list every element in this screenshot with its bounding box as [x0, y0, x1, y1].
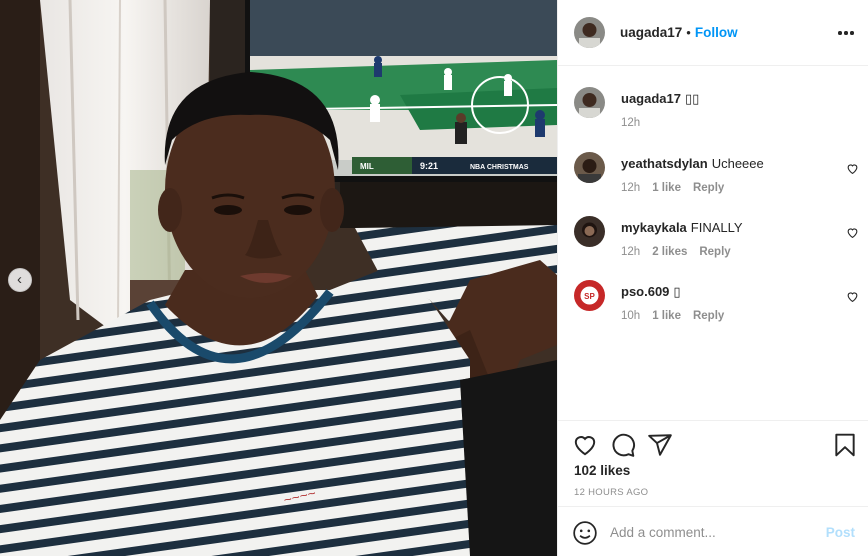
reply-button[interactable]: Reply	[693, 182, 724, 194]
comments-list: uagada17 ▯▯ 12h yeathatsdylan Ucheeee 12h 1…	[558, 66, 868, 420]
heart-icon[interactable]	[846, 162, 859, 175]
comment-text: ▯▯	[684, 91, 700, 106]
avatar[interactable]	[574, 216, 605, 247]
comment-input[interactable]	[610, 520, 810, 544]
comment-likes[interactable]: 1 like	[652, 182, 681, 194]
comment-icon[interactable]	[610, 432, 636, 458]
reply-button[interactable]: Reply	[699, 246, 730, 258]
comment-username[interactable]: mykaykala	[621, 220, 687, 235]
comment-time[interactable]: 10h	[621, 310, 640, 322]
avatar[interactable]	[574, 87, 605, 118]
post-author-username[interactable]: uagada17	[620, 25, 682, 40]
photo-illustration: MIL 9:21 NBA CHRISTMAS ~~~~	[0, 0, 557, 556]
heart-icon[interactable]	[846, 226, 859, 239]
reply-button[interactable]: Reply	[693, 310, 724, 322]
post-actions: 102 likes 12 HOURS AGO	[558, 420, 868, 506]
carousel-prev-icon: ‹	[17, 270, 22, 288]
scoreboard-clock: 9:21	[420, 161, 438, 171]
post-side-panel: uagada17 • Follow uagada17 ▯▯ 12h yeathat…	[557, 0, 868, 556]
comment-username[interactable]: pso.609	[621, 284, 669, 299]
comment-text: FINALLY	[690, 220, 743, 235]
heart-icon[interactable]	[572, 432, 598, 458]
post-photo[interactable]: MIL 9:21 NBA CHRISTMAS ~~~~ ‹	[0, 0, 557, 556]
comment-username[interactable]: uagada17	[621, 91, 681, 106]
scoreboard-team: MIL	[360, 162, 374, 171]
more-options-icon[interactable]	[837, 24, 855, 42]
comment-likes[interactable]: 2 likes	[652, 246, 687, 258]
post-header: uagada17 • Follow	[558, 0, 868, 66]
post-timestamp[interactable]: 12 HOURS AGO	[574, 487, 648, 498]
comment-text: ▯	[673, 284, 681, 299]
comment-time[interactable]: 12h	[621, 246, 640, 258]
separator-dot: •	[686, 25, 691, 40]
heart-icon[interactable]	[846, 290, 859, 303]
comment-time[interactable]: 12h	[621, 117, 640, 129]
scoreboard-banner: NBA CHRISTMAS	[470, 164, 529, 171]
comment-likes[interactable]: 1 like	[652, 310, 681, 322]
avatar[interactable]	[574, 17, 605, 48]
bookmark-icon[interactable]	[832, 432, 858, 458]
comment-composer: Post	[558, 506, 868, 556]
avatar[interactable]: SP	[574, 280, 605, 311]
likes-count[interactable]: 102 likes	[574, 463, 630, 478]
comment-text: Ucheeee	[711, 156, 764, 171]
post-button[interactable]: Post	[826, 525, 855, 540]
emoji-icon[interactable]	[572, 520, 598, 546]
comment-username[interactable]: yeathatsdylan	[621, 156, 708, 171]
carousel-prev-button[interactable]: ‹	[8, 268, 32, 292]
follow-button[interactable]: Follow	[695, 25, 738, 40]
comment-time[interactable]: 12h	[621, 182, 640, 194]
share-icon[interactable]	[647, 432, 673, 458]
avatar[interactable]	[574, 152, 605, 183]
svg-text:SP: SP	[584, 292, 595, 301]
